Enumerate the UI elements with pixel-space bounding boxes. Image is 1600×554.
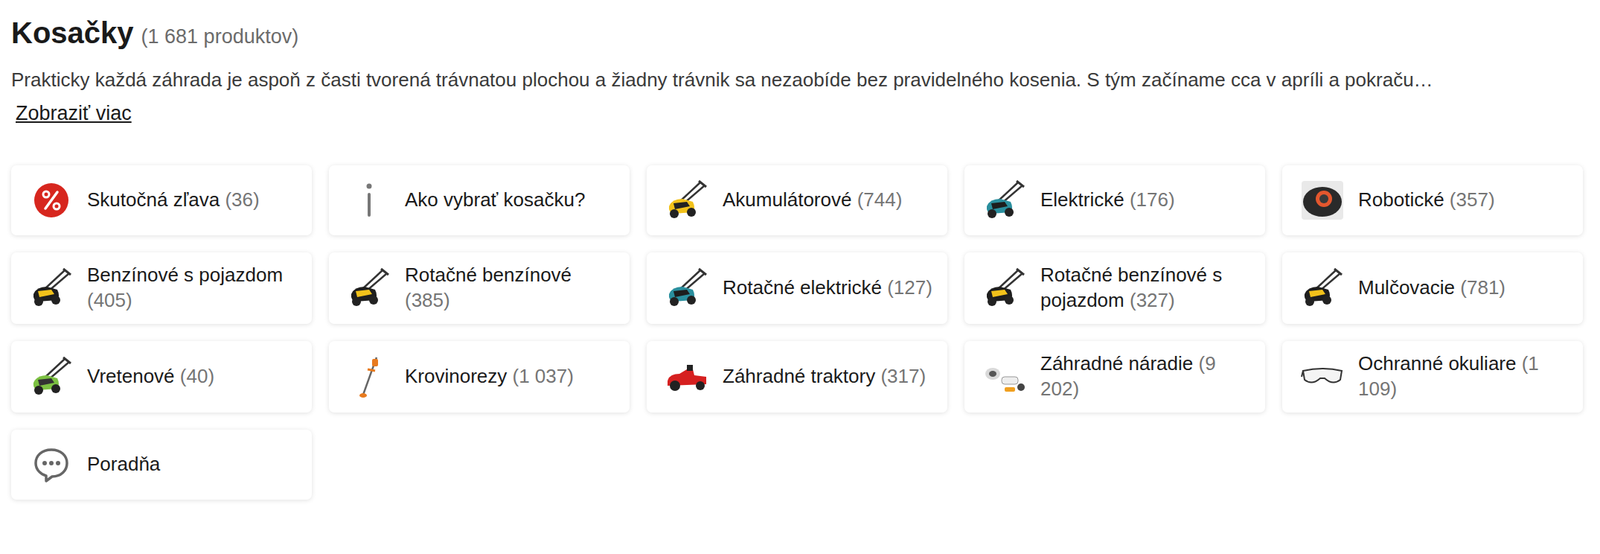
card-count: (357): [1449, 188, 1496, 211]
card-count: (744): [857, 188, 903, 211]
safety-glasses-icon: [1300, 354, 1345, 399]
electric-mower-icon: [664, 265, 710, 311]
card-label: Robotické (357): [1358, 187, 1496, 213]
card-label: Rotačné benzínové (385): [404, 262, 615, 314]
subcategory-grid: Skutočná zľava (36) Ako vybrať kosačku? Ak…: [11, 165, 1583, 499]
card-count: (1 037): [512, 364, 574, 387]
info-icon: [361, 181, 377, 219]
discount-icon: [33, 182, 70, 219]
card-count: (40): [180, 364, 215, 387]
subcategory-card[interactable]: Elektrické (176): [964, 165, 1266, 236]
card-icon-box: [1300, 177, 1345, 223]
card-label: Skutočná zľava (36): [87, 187, 260, 213]
card-label: Elektrické (176): [1040, 187, 1176, 213]
subcategory-card[interactable]: Rotačné benzínové (385): [328, 252, 630, 324]
subcategory-card[interactable]: Vretenové (40): [11, 340, 312, 413]
card-label: Záhradné traktory (317): [722, 363, 926, 390]
card-label: Vretenové (40): [87, 363, 215, 390]
card-label: Benzínové s pojazdom (405): [87, 262, 297, 314]
petrol-mower-icon: [346, 265, 392, 311]
card-label: Záhradné náradie (9 202): [1040, 351, 1251, 402]
subcategory-card[interactable]: Mulčovacie (781): [1282, 252, 1583, 324]
mulching-mower-icon: [1300, 265, 1345, 311]
chat-icon: [32, 445, 70, 483]
petrol-mower-icon: [982, 265, 1027, 311]
card-icon-box: [1300, 265, 1345, 311]
card-count: (36): [224, 188, 259, 211]
card-count: (317): [880, 364, 926, 387]
card-count: (385): [404, 288, 451, 312]
card-count: (127): [887, 276, 933, 299]
card-icon-box: [982, 265, 1027, 311]
card-count: (1 109): [1358, 352, 1539, 400]
card-icon-box: [346, 177, 392, 223]
card-count: (176): [1129, 188, 1176, 211]
card-icon-box: [346, 265, 392, 311]
card-icon-box: [29, 265, 74, 311]
card-count: (9 202): [1040, 352, 1216, 400]
card-icon-box: [29, 442, 74, 487]
subcategory-card[interactable]: Záhradné náradie (9 202): [964, 340, 1266, 413]
product-count: (1 681 produktov): [141, 25, 300, 49]
subcategory-card[interactable]: Benzínové s pojazdom (405): [11, 252, 312, 324]
card-icon-box: [1300, 354, 1345, 399]
card-count: (327): [1129, 288, 1176, 312]
subcategory-card[interactable]: Ochranné okuliare (1 109): [1282, 340, 1583, 413]
show-more-link[interactable]: Zobraziť viac: [15, 101, 132, 126]
card-icon-box: [664, 177, 710, 223]
subcategory-card[interactable]: Poradňa: [11, 429, 312, 500]
subcategory-card[interactable]: Krovinorezy (1 037): [328, 340, 630, 413]
card-icon-box: [346, 354, 392, 399]
petrol-mower-icon: [29, 265, 74, 311]
subcategory-card[interactable]: Ako vybrať kosačku?: [328, 165, 630, 236]
subcategory-card[interactable]: Rotačné elektrické (127): [646, 252, 948, 324]
card-icon-box: [29, 177, 74, 223]
tractor-icon: [664, 354, 710, 399]
card-label: Rotačné benzínové s pojazdom (327): [1040, 262, 1251, 314]
card-count: (405): [87, 288, 133, 312]
card-icon-box: [29, 354, 74, 399]
card-icon-box: [664, 354, 710, 399]
card-icon-box: [664, 265, 710, 311]
electric-mower-icon: [982, 177, 1027, 223]
card-icon-box: [982, 354, 1027, 399]
subcategory-card[interactable]: Rotačné benzínové s pojazdom (327): [964, 252, 1266, 324]
card-label: Krovinorezy (1 037): [404, 363, 574, 390]
card-label: Ako vybrať kosačku?: [404, 187, 585, 213]
page-title: Kosačky: [11, 16, 134, 50]
card-label: Rotačné elektrické (127): [722, 275, 933, 301]
subcategory-card[interactable]: Záhradné traktory (317): [646, 340, 948, 413]
card-label: Mulčovacie (781): [1358, 275, 1506, 301]
garden-tools-icon: [982, 354, 1027, 399]
battery-mower-icon: [664, 177, 710, 223]
category-page: Kosačky (1 681 produktov) Prakticky každá …: [0, 0, 1600, 515]
card-label: Akumulátorové (744): [722, 187, 902, 213]
card-icon-box: [982, 177, 1027, 223]
reel-mower-icon: [29, 354, 74, 399]
category-description: Prakticky každá záhrada je aspoň z časti…: [11, 66, 1583, 94]
card-count: (781): [1460, 276, 1506, 299]
subcategory-card[interactable]: Robotické (357): [1282, 165, 1583, 236]
subcategory-card[interactable]: Skutočná zľava (36): [11, 165, 312, 236]
subcategory-card[interactable]: Akumulátorové (744): [646, 165, 948, 236]
robot-mower-icon: [1300, 177, 1345, 223]
card-label: Ochranné okuliare (1 109): [1358, 351, 1568, 402]
title-row: Kosačky (1 681 produktov): [11, 16, 1583, 50]
trimmer-icon: [346, 354, 392, 399]
card-label: Poradňa: [87, 451, 160, 478]
